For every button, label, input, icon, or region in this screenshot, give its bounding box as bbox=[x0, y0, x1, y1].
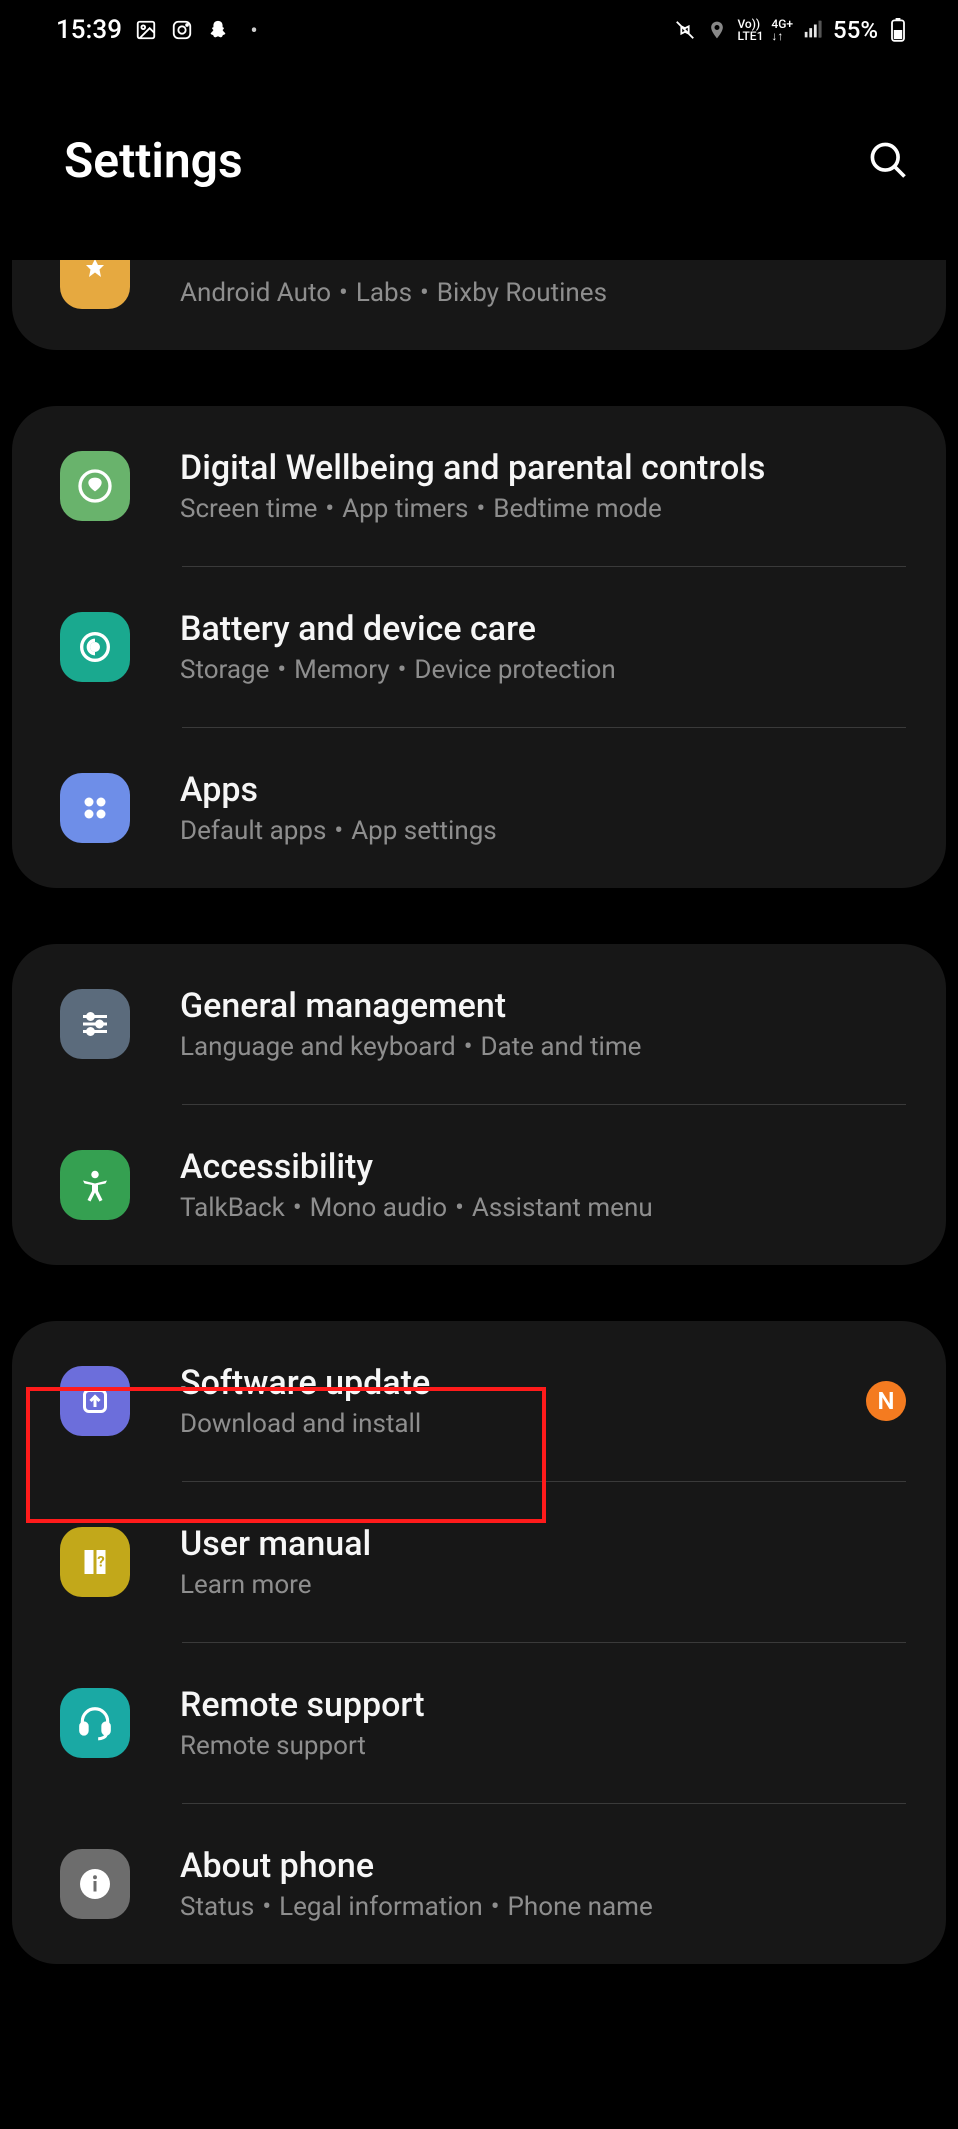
software-update-subtitle: Download and install bbox=[180, 1409, 854, 1439]
settings-group-general: General management Language and keyboard… bbox=[12, 944, 946, 1265]
settings-group-advanced: Android Auto•Labs•Bixby Routines bbox=[12, 260, 946, 350]
battery-care-icon bbox=[60, 612, 130, 682]
settings-group-system: Software update Download and install N ?… bbox=[12, 1321, 946, 1964]
general-management-title: General management bbox=[180, 986, 906, 1026]
remote-support-subtitle: Remote support bbox=[180, 1731, 906, 1761]
battery-icon bbox=[886, 18, 910, 42]
apps-title: Apps bbox=[180, 770, 906, 810]
apps-icon bbox=[60, 773, 130, 843]
status-time: 15:39 bbox=[56, 15, 122, 45]
signal-icon bbox=[801, 18, 825, 42]
accessibility-icon bbox=[60, 1150, 130, 1220]
location-icon bbox=[705, 18, 729, 42]
general-management-icon bbox=[60, 989, 130, 1059]
gallery-icon bbox=[134, 18, 158, 42]
about-phone-subtitle: Status•Legal information•Phone name bbox=[180, 1892, 906, 1922]
battery-percent: 55% bbox=[833, 16, 878, 44]
user-manual-title: User manual bbox=[180, 1524, 906, 1564]
settings-item-apps[interactable]: Apps Default apps•App settings bbox=[12, 728, 946, 888]
network-indicator: 4G+↓↑ bbox=[771, 18, 793, 42]
apps-subtitle: Default apps•App settings bbox=[180, 816, 906, 846]
user-manual-subtitle: Learn more bbox=[180, 1570, 906, 1600]
settings-group-device: Digital Wellbeing and parental controls … bbox=[12, 406, 946, 888]
dot-icon: • bbox=[242, 18, 266, 42]
wellbeing-icon bbox=[60, 451, 130, 521]
settings-item-user-manual[interactable]: ? User manual Learn more bbox=[12, 1482, 946, 1642]
status-bar: 15:39 • Vo))LTE1 4G+↓↑ 55% bbox=[0, 0, 958, 60]
settings-item-battery-care[interactable]: Battery and device care Storage•Memory•D… bbox=[12, 567, 946, 727]
wellbeing-title: Digital Wellbeing and parental controls bbox=[180, 448, 906, 488]
battery-care-subtitle: Storage•Memory•Device protection bbox=[180, 655, 906, 685]
remote-support-icon bbox=[60, 1688, 130, 1758]
settings-item-about-phone[interactable]: About phone Status•Legal information•Pho… bbox=[12, 1804, 946, 1964]
settings-item-software-update[interactable]: Software update Download and install N bbox=[12, 1321, 946, 1481]
vibrate-icon bbox=[673, 18, 697, 42]
remote-support-title: Remote support bbox=[180, 1685, 906, 1725]
snapchat-icon bbox=[206, 18, 230, 42]
battery-care-title: Battery and device care bbox=[180, 609, 906, 649]
wellbeing-subtitle: Screen time•App timers•Bedtime mode bbox=[180, 494, 906, 524]
search-button[interactable] bbox=[866, 138, 910, 182]
accessibility-title: Accessibility bbox=[180, 1147, 906, 1187]
settings-item-accessibility[interactable]: Accessibility TalkBack•Mono audio•Assist… bbox=[12, 1105, 946, 1265]
software-update-icon bbox=[60, 1366, 130, 1436]
advanced-features-icon bbox=[60, 260, 130, 309]
general-management-subtitle: Language and keyboard•Date and time bbox=[180, 1032, 906, 1062]
volte-indicator: Vo))LTE1 bbox=[737, 18, 763, 42]
settings-item-general-management[interactable]: General management Language and keyboard… bbox=[12, 944, 946, 1104]
page-title: Settings bbox=[64, 132, 243, 189]
settings-header: Settings bbox=[0, 60, 958, 260]
settings-item-advanced-features[interactable]: Android Auto•Labs•Bixby Routines bbox=[12, 260, 946, 350]
notification-badge: N bbox=[866, 1381, 906, 1421]
advanced-features-subtitle: Android Auto•Labs•Bixby Routines bbox=[180, 278, 906, 308]
accessibility-subtitle: TalkBack•Mono audio•Assistant menu bbox=[180, 1193, 906, 1223]
settings-item-digital-wellbeing[interactable]: Digital Wellbeing and parental controls … bbox=[12, 406, 946, 566]
settings-item-remote-support[interactable]: Remote support Remote support bbox=[12, 1643, 946, 1803]
about-phone-title: About phone bbox=[180, 1846, 906, 1886]
user-manual-icon: ? bbox=[60, 1527, 130, 1597]
svg-text:?: ? bbox=[97, 1553, 104, 1571]
software-update-title: Software update bbox=[180, 1363, 854, 1403]
instagram-icon bbox=[170, 18, 194, 42]
about-phone-icon bbox=[60, 1849, 130, 1919]
